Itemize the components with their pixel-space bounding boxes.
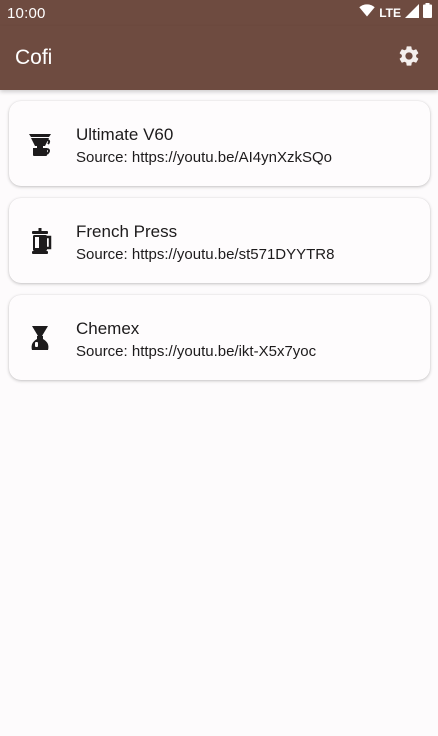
recipe-source: Source: https://youtu.be/AI4ynXzkSQo [76, 149, 332, 166]
app-bar: Cofi [0, 26, 438, 90]
settings-button[interactable] [394, 43, 424, 73]
status-bar: 10:00 LTE [0, 0, 438, 26]
chemex-icon [25, 323, 55, 353]
recipe-title: French Press [76, 222, 178, 241]
recipe-title: Ultimate V60 [76, 125, 174, 144]
v60-dripper-icon [25, 129, 55, 159]
app-title: Cofi [15, 46, 53, 69]
recipe-card-french-press[interactable]: French Press Source: https://youtu.be/st… [9, 198, 430, 283]
recipe-source: Source: https://youtu.be/ikt-X5x7yoc [76, 343, 317, 360]
status-time: 10:00 [7, 5, 46, 22]
recipe-source: Source: https://youtu.be/st571DYYTR8 [76, 246, 335, 263]
recipe-card-ultimate-v60[interactable]: Ultimate V60 Source: https://youtu.be/AI… [9, 101, 430, 186]
recipe-list: Ultimate V60 Source: https://youtu.be/AI… [9, 101, 430, 392]
signal-icon [405, 3, 419, 23]
gear-icon [397, 44, 421, 73]
wifi-icon [359, 4, 375, 22]
battery-icon [423, 3, 432, 23]
recipe-title: Chemex [76, 319, 140, 338]
status-icons: LTE [359, 3, 432, 23]
french-press-icon [25, 226, 55, 256]
network-label: LTE [379, 6, 401, 20]
recipe-card-chemex[interactable]: Chemex Source: https://youtu.be/ikt-X5x7… [9, 295, 430, 380]
